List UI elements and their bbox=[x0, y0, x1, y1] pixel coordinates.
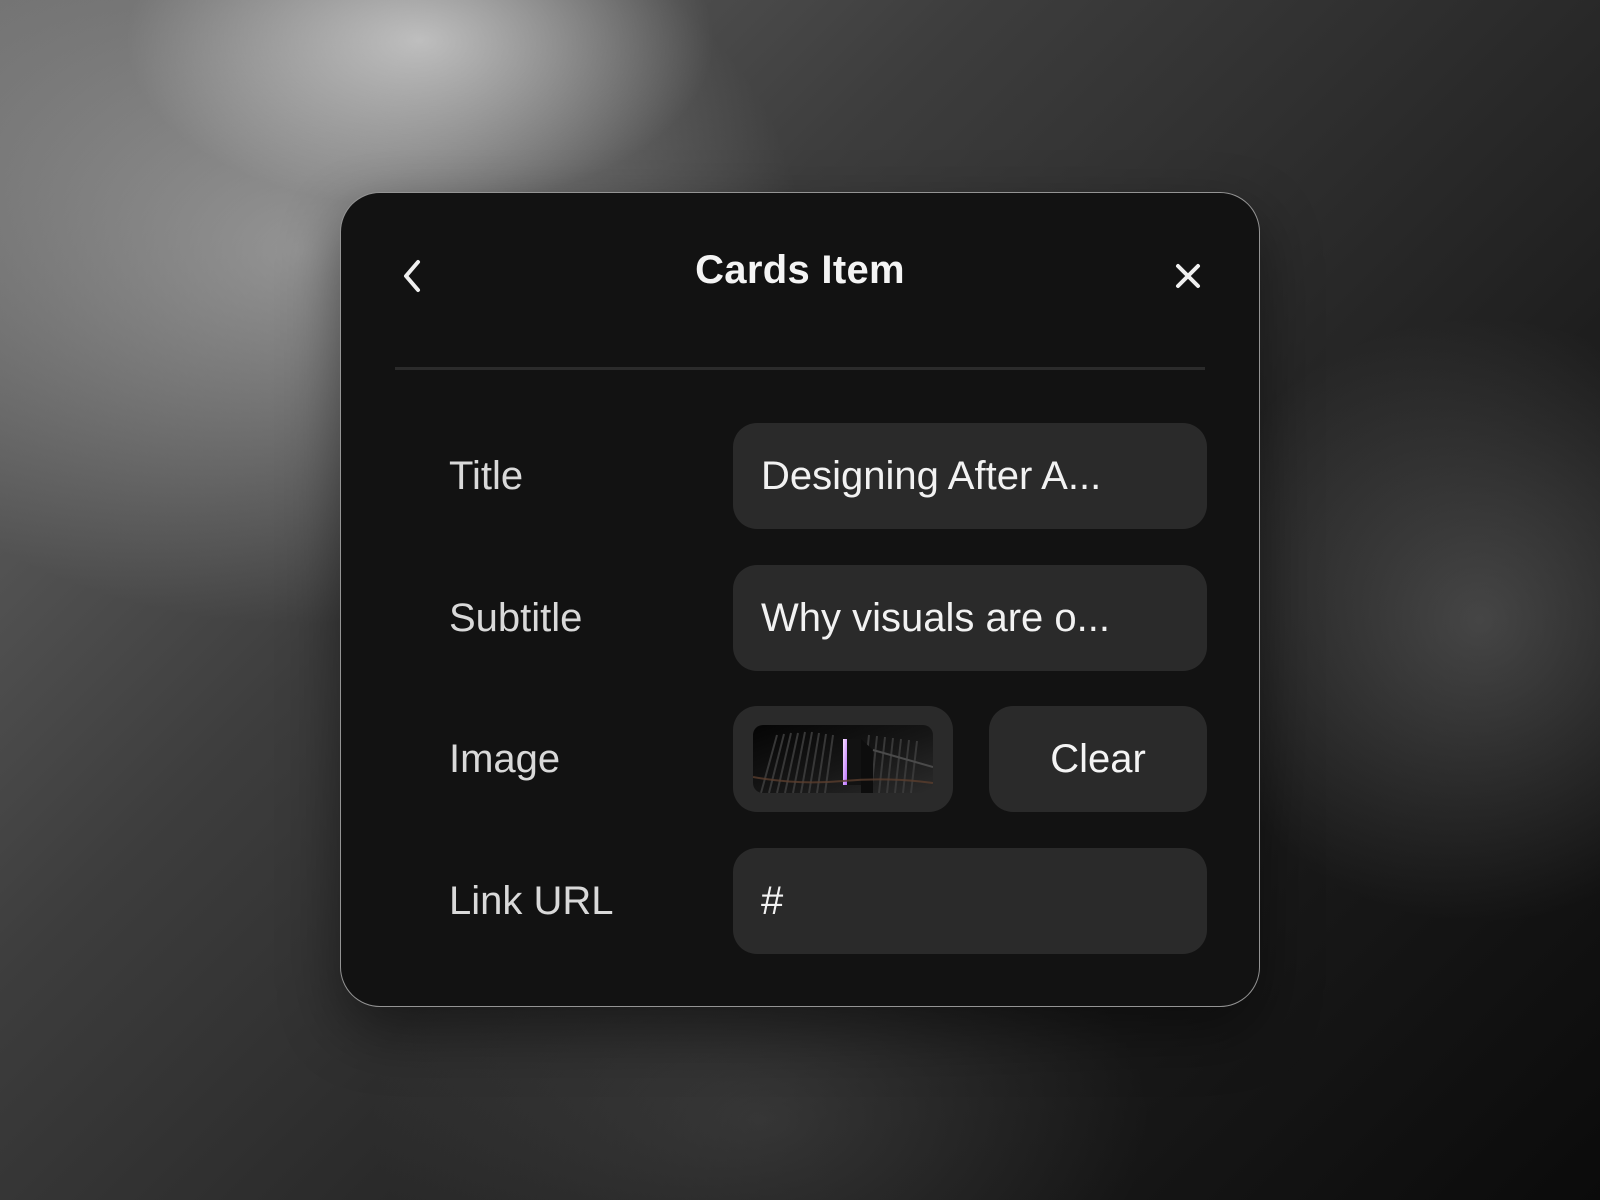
dialog-title: Cards Item bbox=[695, 248, 905, 292]
subtitle-label: Subtitle bbox=[449, 596, 583, 640]
close-button[interactable] bbox=[1167, 255, 1209, 297]
subtitle-row: Subtitle bbox=[341, 565, 1259, 671]
close-icon bbox=[1176, 264, 1200, 288]
title-input[interactable] bbox=[733, 423, 1207, 529]
image-row: Image Clear bbox=[341, 706, 1259, 812]
header-divider bbox=[395, 367, 1205, 370]
image-picker[interactable] bbox=[733, 706, 953, 812]
image-label: Image bbox=[449, 737, 561, 781]
title-label: Title bbox=[449, 454, 524, 498]
title-row: Title bbox=[341, 423, 1259, 529]
clear-image-button[interactable]: Clear bbox=[989, 706, 1207, 812]
cards-item-dialog: Cards Item Title Subtitle Image bbox=[340, 192, 1260, 1007]
link-url-label: Link URL bbox=[449, 879, 614, 923]
link-row: Link URL bbox=[341, 848, 1259, 954]
abstract-3d-thumbnail bbox=[753, 725, 933, 793]
dialog-header: Cards Item bbox=[395, 233, 1205, 323]
subtitle-input[interactable] bbox=[733, 565, 1207, 671]
link-url-input[interactable] bbox=[733, 848, 1207, 954]
